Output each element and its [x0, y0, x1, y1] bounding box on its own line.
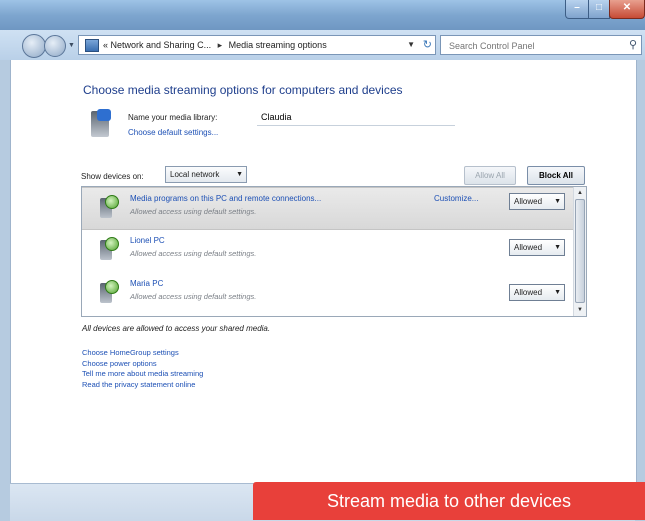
access-select[interactable]: Allowed ▼: [509, 193, 565, 210]
access-value: Allowed: [514, 288, 543, 297]
library-name-input[interactable]: [257, 108, 455, 126]
maximize-button[interactable]: □: [588, 0, 610, 19]
search-input[interactable]: [447, 37, 621, 55]
list-item[interactable]: Media programs on this PC and remote con…: [82, 187, 575, 230]
page-title: Choose media streaming options for compu…: [83, 83, 403, 97]
pc-device-icon: [100, 237, 119, 260]
search-icon[interactable]: ⚲: [629, 38, 637, 51]
breadcrumb-prefix[interactable]: «: [103, 40, 108, 50]
block-all-button[interactable]: Block All: [527, 166, 585, 185]
allow-all-button[interactable]: Allow All: [464, 166, 516, 185]
power-options-link[interactable]: Choose power options: [82, 359, 157, 368]
list-item[interactable]: Lionel PC Allowed access using default s…: [82, 230, 575, 273]
device-list[interactable]: Media programs on this PC and remote con…: [81, 186, 587, 317]
media-library-icon: [91, 109, 111, 137]
choose-default-settings-link[interactable]: Choose default settings...: [128, 128, 218, 137]
list-item[interactable]: Maria PC Allowed access using default se…: [82, 273, 575, 316]
show-devices-select[interactable]: Local network ▼: [165, 166, 247, 183]
privacy-statement-link[interactable]: Read the privacy statement online: [82, 380, 195, 389]
shared-media-note: All devices are allowed to access your s…: [82, 324, 271, 333]
access-value: Allowed: [514, 243, 543, 252]
control-panel-icon: [85, 39, 99, 52]
scroll-thumb[interactable]: [575, 199, 585, 303]
content-pane: Choose media streaming options for compu…: [10, 60, 637, 483]
breadcrumb-media-streaming[interactable]: Media streaming options: [229, 40, 327, 50]
title-bar: – □ ✕: [0, 0, 645, 30]
address-dropdown-icon[interactable]: ▼: [407, 36, 415, 54]
scroll-down-icon[interactable]: ▼: [575, 305, 585, 315]
back-arrow-icon[interactable]: [22, 34, 46, 58]
chevron-down-icon: ▼: [236, 171, 243, 178]
access-select[interactable]: Allowed ▼: [509, 239, 565, 256]
list-scrollbar[interactable]: ▲ ▼: [573, 187, 586, 316]
address-bar[interactable]: « Network and Sharing C... ▸ Media strea…: [78, 35, 436, 55]
customize-link[interactable]: Customize...: [434, 194, 478, 203]
access-select[interactable]: Allowed ▼: [509, 284, 565, 301]
device-status-text: Allowed access using default settings.: [130, 249, 257, 258]
library-name-label: Name your media library:: [128, 113, 218, 122]
device-status-text: Allowed access using default settings.: [130, 207, 257, 216]
breadcrumb-network-and-sharing[interactable]: Network and Sharing C...: [111, 40, 212, 50]
pc-device-icon: [100, 280, 119, 303]
media-streaming-help-link[interactable]: Tell me more about media streaming: [82, 369, 203, 378]
access-value: Allowed: [514, 197, 543, 206]
refresh-icon[interactable]: ↻: [423, 36, 432, 54]
media-device-icon: [100, 195, 119, 218]
device-name: Media programs on this PC and remote con…: [130, 194, 322, 203]
chevron-down-icon: ▼: [554, 244, 561, 251]
recent-pages-dropdown[interactable]: ▼: [68, 42, 75, 49]
show-devices-label: Show devices on:: [81, 172, 144, 181]
close-button[interactable]: ✕: [609, 0, 645, 19]
minimize-button[interactable]: –: [565, 0, 589, 19]
related-links: Choose HomeGroup settings Choose power o…: [82, 348, 203, 390]
forward-arrow-icon[interactable]: [44, 35, 66, 57]
device-name: Lionel PC: [130, 236, 165, 245]
breadcrumb-separator[interactable]: ▸: [218, 40, 223, 50]
show-devices-value: Local network: [170, 170, 220, 179]
chevron-down-icon: ▼: [554, 289, 561, 296]
search-box[interactable]: ⚲: [440, 35, 642, 55]
homegroup-settings-link[interactable]: Choose HomeGroup settings: [82, 348, 179, 357]
device-name: Maria PC: [130, 279, 164, 288]
navigation-bar: ▼ « Network and Sharing C... ▸ Media str…: [0, 30, 645, 60]
scroll-up-icon[interactable]: ▲: [575, 188, 585, 198]
chevron-down-icon: ▼: [554, 198, 561, 205]
device-status-text: Allowed access using default settings.: [130, 292, 257, 301]
caption-banner: Stream media to other devices: [253, 482, 645, 520]
